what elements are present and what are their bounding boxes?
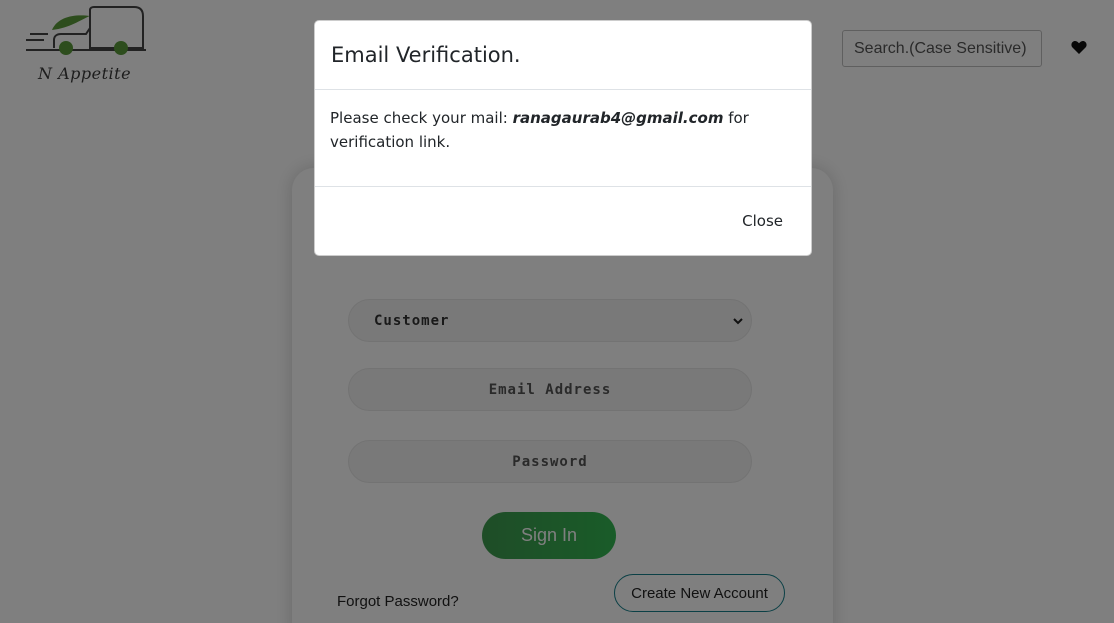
close-button[interactable]: Close — [742, 212, 783, 230]
modal-body: Please check your mail: ranagaurab4@gmai… — [315, 90, 811, 187]
modal-title: Email Verification. — [331, 43, 521, 67]
modal-header: Email Verification. — [315, 21, 811, 90]
email-verification-modal: Email Verification. Please check your ma… — [314, 20, 812, 256]
verification-email: ranagaurab4@gmail.com — [512, 109, 724, 127]
modal-footer: Close — [315, 187, 811, 255]
modal-body-prefix: Please check your mail: — [330, 109, 513, 127]
